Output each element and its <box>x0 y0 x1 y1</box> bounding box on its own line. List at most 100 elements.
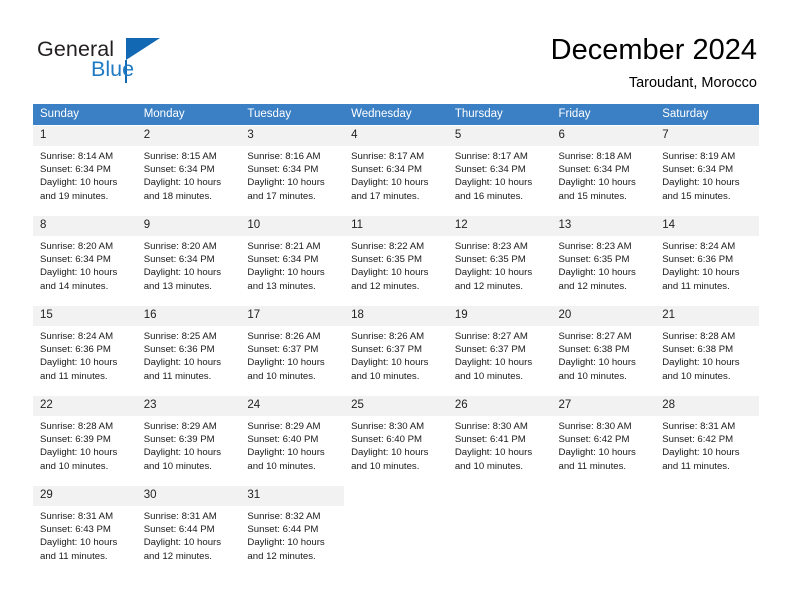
calendar-day-cell[interactable]: 18 Sunrise: 8:26 AM Sunset: 6:37 PM Dayligh… <box>344 305 448 395</box>
day-number: 24 <box>240 396 345 416</box>
calendar-day-cell[interactable]: 21 Sunrise: 8:28 AM Sunset: 6:38 PM Dayligh… <box>655 305 759 395</box>
calendar-day-cell[interactable]: 19 Sunrise: 8:27 AM Sunset: 6:37 PM Dayligh… <box>447 305 552 395</box>
calendar-day-cell[interactable]: 28 Sunrise: 8:31 AM Sunset: 6:42 PM Dayligh… <box>655 395 759 485</box>
sunset-text: Sunset: 6:36 PM <box>40 344 111 356</box>
day-details: Sunrise: 8:25 AM Sunset: 6:36 PM Daylight:… <box>137 326 241 383</box>
daylight-text: Daylight: 10 hours and 13 minutes. <box>247 267 325 292</box>
daylight-text: Daylight: 10 hours and 11 minutes. <box>662 447 740 472</box>
day-number: 31 <box>240 486 345 506</box>
sunset-text: Sunset: 6:34 PM <box>143 254 215 266</box>
sunrise-text: Sunrise: 8:31 AM <box>143 511 217 522</box>
sunset-text: Sunset: 6:44 PM <box>143 524 215 536</box>
calendar-day-cell[interactable]: 23 Sunrise: 8:29 AM Sunset: 6:39 PM Dayligh… <box>136 395 241 485</box>
calendar-day-cell[interactable]: 7 Sunrise: 8:19 AM Sunset: 6:34 PM Daylight… <box>655 125 759 215</box>
day-details: Sunrise: 8:24 AM Sunset: 6:36 PM Daylight:… <box>33 326 137 383</box>
sunrise-text: Sunrise: 8:25 AM <box>143 331 217 342</box>
calendar-empty-cell <box>552 485 656 575</box>
day-number: 7 <box>655 126 759 146</box>
sunrise-text: Sunrise: 8:29 AM <box>143 421 217 432</box>
sunset-text: Sunset: 6:35 PM <box>351 254 423 266</box>
calendar-day-cell[interactable]: 31 Sunrise: 8:32 AM Sunset: 6:44 PM Dayligh… <box>240 485 345 575</box>
sunrise-text: Sunrise: 8:23 AM <box>558 241 632 252</box>
daylight-text: Daylight: 10 hours and 11 minutes. <box>40 357 118 382</box>
calendar-day-cell[interactable]: 14 Sunrise: 8:24 AM Sunset: 6:36 PM Dayligh… <box>655 215 759 305</box>
sunrise-text: Sunrise: 8:20 AM <box>143 241 217 252</box>
day-details: Sunrise: 8:26 AM Sunset: 6:37 PM Daylight:… <box>240 326 344 383</box>
sunrise-text: Sunrise: 8:30 AM <box>351 421 425 432</box>
calendar-day-cell[interactable]: 30 Sunrise: 8:31 AM Sunset: 6:44 PM Dayligh… <box>136 485 241 575</box>
sunrise-text: Sunrise: 8:21 AM <box>247 241 321 252</box>
calendar-day-cell[interactable]: 2 Sunrise: 8:15 AM Sunset: 6:34 PM Daylight… <box>136 125 241 215</box>
day-number: 9 <box>136 216 241 236</box>
sunset-text: Sunset: 6:42 PM <box>662 434 734 446</box>
calendar-day-cell[interactable]: 16 Sunrise: 8:25 AM Sunset: 6:36 PM Dayligh… <box>136 305 241 395</box>
daylight-text: Daylight: 10 hours and 10 minutes. <box>454 447 533 472</box>
calendar-day-cell[interactable]: 13 Sunrise: 8:23 AM Sunset: 6:35 PM Dayligh… <box>551 215 656 305</box>
sunrise-text: Sunrise: 8:30 AM <box>558 421 632 432</box>
calendar-day-cell[interactable]: 20 Sunrise: 8:27 AM Sunset: 6:38 PM Dayligh… <box>551 305 656 395</box>
calendar-day-cell[interactable]: 12 Sunrise: 8:23 AM Sunset: 6:35 PM Dayligh… <box>447 215 552 305</box>
title-block: December 2024 Taroudant, Morocco <box>551 32 757 94</box>
day-details: Sunrise: 8:18 AM Sunset: 6:34 PM Daylight:… <box>552 146 656 203</box>
day-details: Sunrise: 8:24 AM Sunset: 6:36 PM Daylight:… <box>655 236 759 293</box>
daylight-text: Daylight: 10 hours and 12 minutes. <box>247 537 325 562</box>
day-number: 28 <box>655 396 759 416</box>
daylight-text: Daylight: 10 hours and 16 minutes. <box>454 177 533 202</box>
sunset-text: Sunset: 6:34 PM <box>454 164 526 176</box>
daylight-text: Daylight: 10 hours and 15 minutes. <box>558 177 636 202</box>
calendar-day-cell[interactable]: 25 Sunrise: 8:30 AM Sunset: 6:40 PM Dayligh… <box>344 395 448 485</box>
sunrise-text: Sunrise: 8:17 AM <box>351 151 425 162</box>
sunrise-text: Sunrise: 8:28 AM <box>40 421 114 432</box>
calendar-day-cell[interactable]: 1 Sunrise: 8:14 AM Sunset: 6:34 PM Daylight… <box>33 125 137 215</box>
calendar-day-cell[interactable]: 10 Sunrise: 8:21 AM Sunset: 6:34 PM Dayligh… <box>240 215 345 305</box>
calendar-day-cell[interactable]: 9 Sunrise: 8:20 AM Sunset: 6:34 PM Daylight… <box>136 215 241 305</box>
daylight-text: Daylight: 10 hours and 10 minutes. <box>454 357 533 382</box>
calendar-day-cell[interactable]: 29 Sunrise: 8:31 AM Sunset: 6:43 PM Dayligh… <box>33 485 137 575</box>
calendar-day-cell[interactable]: 26 Sunrise: 8:30 AM Sunset: 6:41 PM Dayligh… <box>447 395 552 485</box>
daylight-text: Daylight: 10 hours and 12 minutes. <box>143 537 222 562</box>
daylight-text: Daylight: 10 hours and 11 minutes. <box>558 447 636 472</box>
calendar-week-row: 29 Sunrise: 8:31 AM Sunset: 6:43 PM Dayligh… <box>33 485 759 575</box>
calendar-empty-cell <box>448 485 552 575</box>
sunset-text: Sunset: 6:34 PM <box>351 164 423 176</box>
calendar-day-cell[interactable]: 27 Sunrise: 8:30 AM Sunset: 6:42 PM Dayligh… <box>551 395 656 485</box>
day-details: Sunrise: 8:30 AM Sunset: 6:41 PM Daylight:… <box>448 416 552 473</box>
calendar-page: General Blue December 2024 Taroudant, Mo… <box>0 0 792 612</box>
sunset-text: Sunset: 6:34 PM <box>558 164 630 176</box>
page-header: General Blue December 2024 Taroudant, Mo… <box>0 0 792 104</box>
calendar-day-cell[interactable]: 24 Sunrise: 8:29 AM Sunset: 6:40 PM Dayligh… <box>240 395 345 485</box>
calendar-day-cell[interactable]: 8 Sunrise: 8:20 AM Sunset: 6:34 PM Daylight… <box>33 215 137 305</box>
calendar-week-row: 1 Sunrise: 8:14 AM Sunset: 6:34 PM Daylight… <box>33 125 759 215</box>
sunrise-text: Sunrise: 8:29 AM <box>247 421 321 432</box>
weekday-header-friday: Friday <box>551 104 656 125</box>
sunset-text: Sunset: 6:41 PM <box>454 434 526 446</box>
sunrise-text: Sunrise: 8:24 AM <box>662 241 736 252</box>
sunset-text: Sunset: 6:38 PM <box>662 344 734 356</box>
generalblue-logo[interactable]: General Blue <box>37 37 217 85</box>
sunrise-text: Sunrise: 8:16 AM <box>247 151 321 162</box>
day-number: 17 <box>240 306 345 326</box>
calendar-header-row: Sunday Monday Tuesday Wednesday Thursday… <box>33 104 759 125</box>
calendar-day-cell[interactable]: 17 Sunrise: 8:26 AM Sunset: 6:37 PM Dayligh… <box>240 305 345 395</box>
day-number: 19 <box>447 306 552 326</box>
sunset-text: Sunset: 6:34 PM <box>662 164 734 176</box>
daylight-text: Daylight: 10 hours and 10 minutes. <box>247 357 325 382</box>
day-details: Sunrise: 8:31 AM Sunset: 6:42 PM Daylight:… <box>655 416 759 473</box>
sunrise-text: Sunrise: 8:15 AM <box>143 151 217 162</box>
daylight-text: Daylight: 10 hours and 18 minutes. <box>143 177 222 202</box>
day-number: 1 <box>33 126 137 146</box>
calendar-day-cell[interactable]: 5 Sunrise: 8:17 AM Sunset: 6:34 PM Daylight… <box>447 125 552 215</box>
calendar-day-cell[interactable]: 22 Sunrise: 8:28 AM Sunset: 6:39 PM Dayligh… <box>33 395 137 485</box>
day-details: Sunrise: 8:29 AM Sunset: 6:40 PM Daylight:… <box>240 416 344 473</box>
day-details: Sunrise: 8:17 AM Sunset: 6:34 PM Daylight:… <box>344 146 448 203</box>
sunrise-text: Sunrise: 8:28 AM <box>662 331 736 342</box>
calendar-day-cell[interactable]: 4 Sunrise: 8:17 AM Sunset: 6:34 PM Daylight… <box>344 125 448 215</box>
daylight-text: Daylight: 10 hours and 12 minutes. <box>558 267 636 292</box>
calendar-day-cell[interactable]: 11 Sunrise: 8:22 AM Sunset: 6:35 PM Dayligh… <box>344 215 448 305</box>
day-details: Sunrise: 8:22 AM Sunset: 6:35 PM Daylight:… <box>344 236 448 293</box>
calendar-day-cell[interactable]: 3 Sunrise: 8:16 AM Sunset: 6:34 PM Daylight… <box>240 125 345 215</box>
sunset-text: Sunset: 6:35 PM <box>454 254 526 266</box>
calendar-day-cell[interactable]: 6 Sunrise: 8:18 AM Sunset: 6:34 PM Daylight… <box>551 125 656 215</box>
calendar-day-cell[interactable]: 15 Sunrise: 8:24 AM Sunset: 6:36 PM Dayligh… <box>33 305 137 395</box>
day-number: 21 <box>655 306 759 326</box>
